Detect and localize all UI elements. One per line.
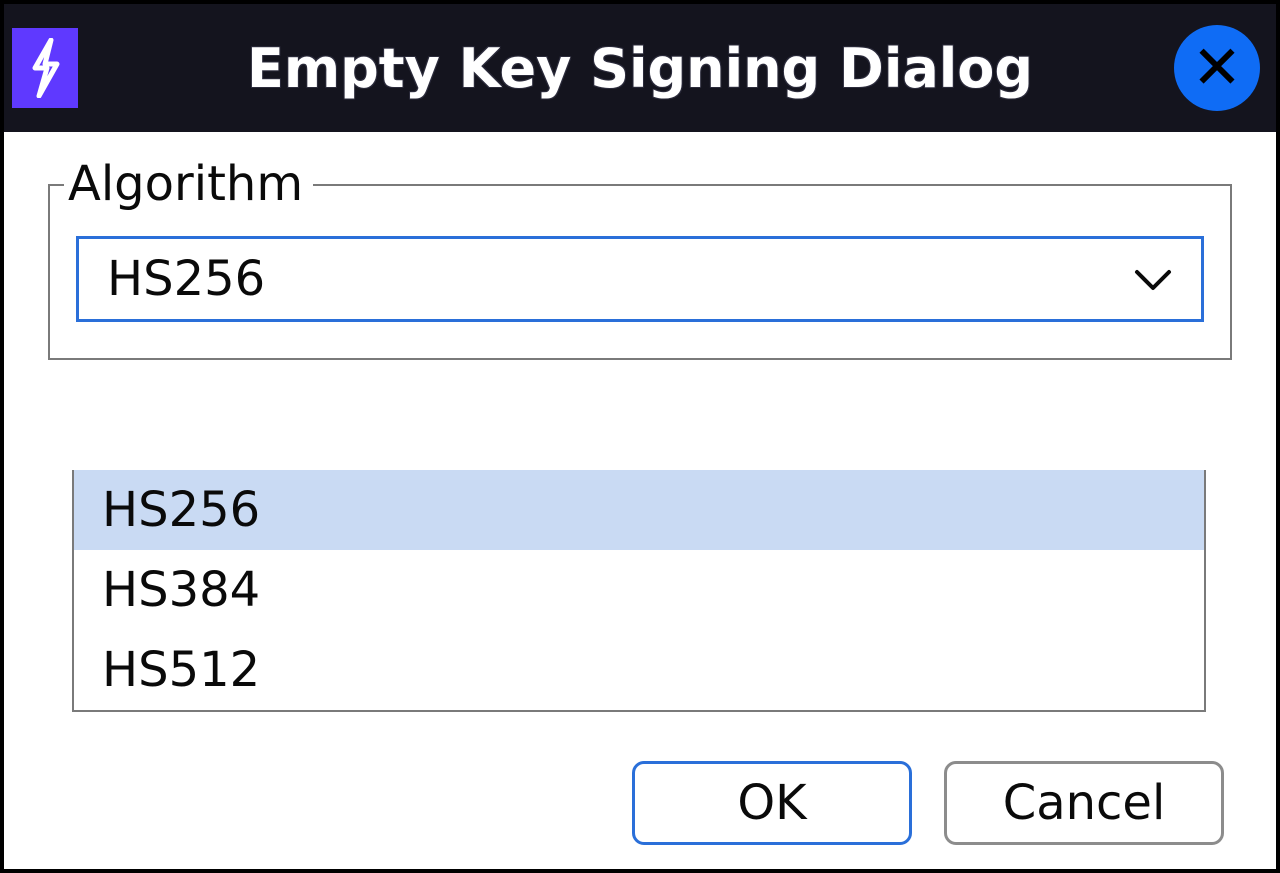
dialog-body: Algorithm HS256 HS256 HS384 HS512 OK Can…: [4, 132, 1276, 869]
dialog-footer: OK Cancel: [632, 761, 1224, 845]
algorithm-combobox[interactable]: HS256: [76, 236, 1204, 322]
algorithm-fieldset: Algorithm HS256: [48, 184, 1232, 360]
algorithm-selected-value: HS256: [107, 251, 265, 307]
dialog-window: Empty Key Signing Dialog ✕ Algorithm HS2…: [0, 0, 1280, 873]
lightning-icon: [25, 38, 65, 98]
cancel-button[interactable]: Cancel: [944, 761, 1224, 845]
ok-button[interactable]: OK: [632, 761, 912, 845]
close-button[interactable]: ✕: [1174, 25, 1260, 111]
algorithm-legend: Algorithm: [64, 156, 313, 212]
chevron-down-icon: [1133, 256, 1173, 302]
app-icon: [12, 28, 78, 108]
close-icon: ✕: [1192, 38, 1242, 98]
algorithm-dropdown: HS256 HS384 HS512: [72, 470, 1206, 712]
algorithm-option-hs512[interactable]: HS512: [74, 630, 1204, 710]
algorithm-option-hs256[interactable]: HS256: [74, 470, 1204, 550]
dialog-title: Empty Key Signing Dialog: [4, 37, 1276, 100]
algorithm-option-hs384[interactable]: HS384: [74, 550, 1204, 630]
titlebar: Empty Key Signing Dialog ✕: [4, 4, 1276, 132]
